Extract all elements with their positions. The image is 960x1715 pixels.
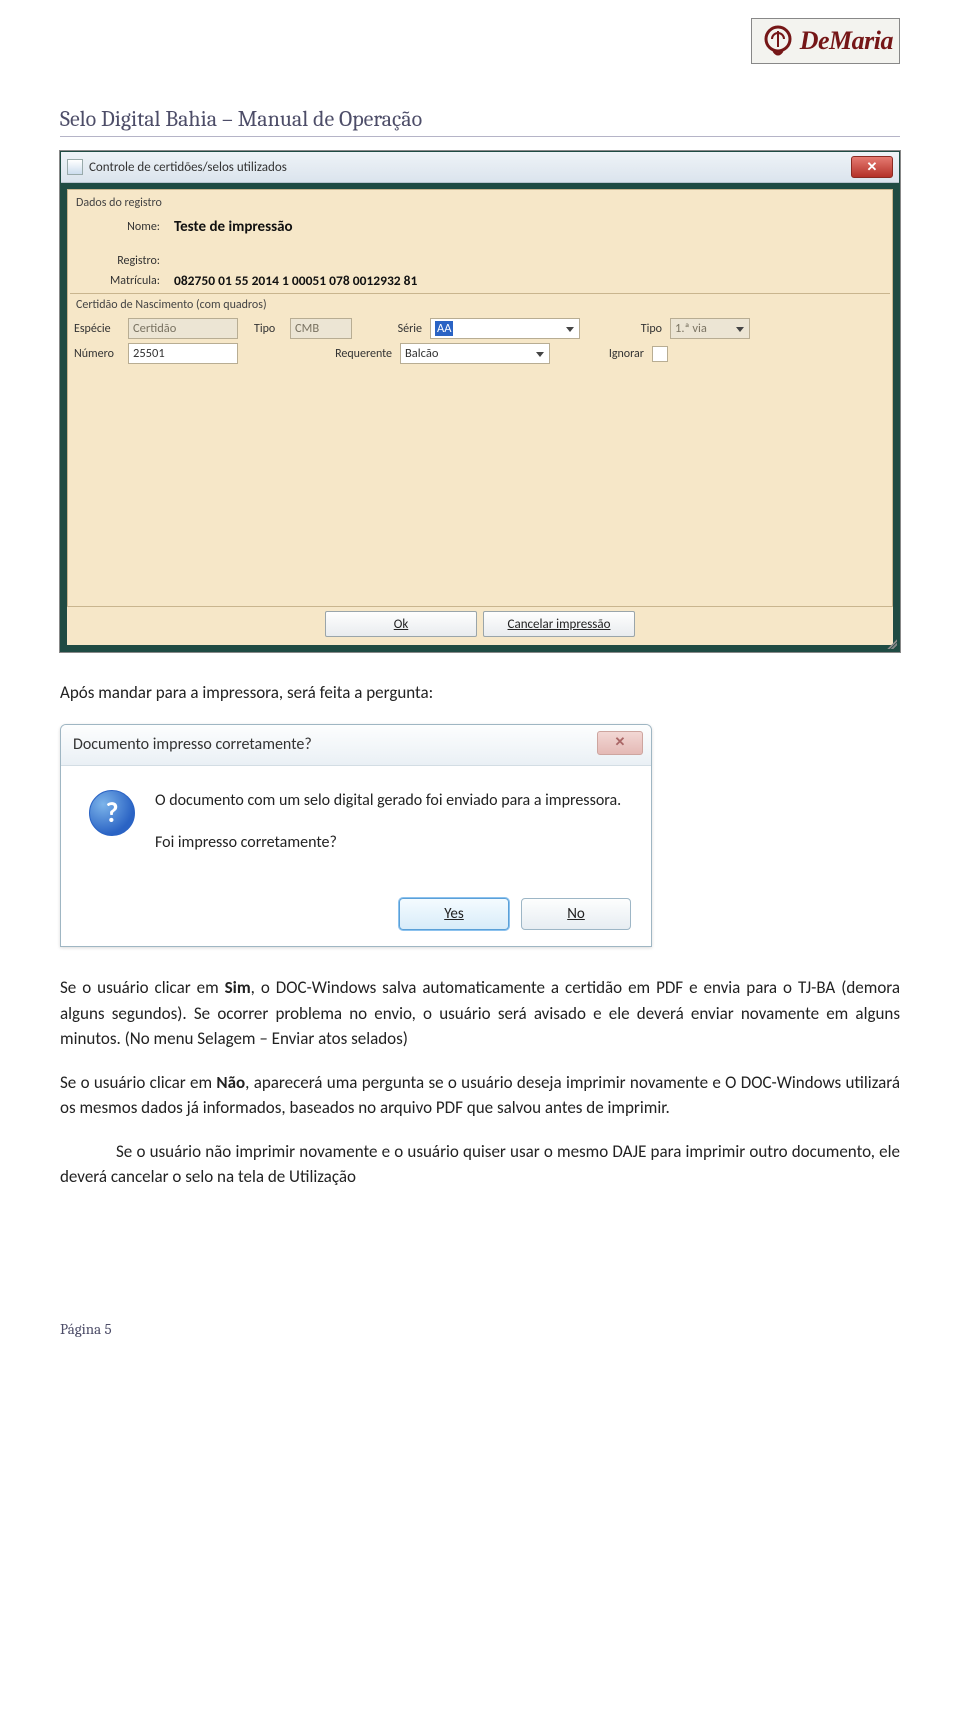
dialog-titlebar: Documento impresso corretamente? ✕ — [61, 725, 651, 766]
matricula-value: 082750 01 55 2014 1 00051 078 0012932 81 — [174, 272, 417, 289]
group-certidao-label: Certidão de Nascimento (com quadros) — [76, 298, 886, 312]
numero-field[interactable]: 25501 — [128, 343, 238, 364]
group-registro-label: Dados do registro — [76, 196, 886, 210]
page-footer: Página 5 — [60, 1320, 900, 1338]
app-icon — [67, 159, 83, 175]
window-body: Dados do registro Nome: Teste de impress… — [67, 189, 893, 607]
brand-logo: DeMaria — [751, 18, 900, 64]
paragraph: Se o usuário não imprimir novamente e o … — [60, 1139, 900, 1190]
registro-label: Registro: — [74, 254, 160, 268]
resize-grip-icon[interactable] — [885, 637, 897, 649]
ignorar-checkbox[interactable] — [652, 346, 668, 362]
especie-label: Espécie — [74, 322, 120, 336]
no-button[interactable]: No — [521, 898, 631, 930]
nome-label: Nome: — [74, 220, 160, 234]
matricula-label: Matrícula: — [74, 274, 160, 288]
especie-field[interactable]: Certidão — [128, 318, 238, 339]
tipo2-dropdown[interactable]: 1.ª via — [670, 318, 750, 339]
window-titlebar: Controle de certidões/selos utilizados ✕ — [61, 152, 899, 183]
paragraph: Se o usuário clicar em Sim, o DOC-Window… — [60, 975, 900, 1052]
tipo1-field[interactable]: CMB — [290, 318, 352, 339]
cancel-button[interactable]: Cancelar impressão — [483, 611, 635, 637]
page-title: Selo Digital Bahia – Manual de Operação — [60, 106, 900, 132]
close-button[interactable]: ✕ — [851, 156, 893, 178]
serie-dropdown[interactable]: AA — [430, 318, 580, 339]
numero-label: Número — [74, 347, 120, 361]
ignorar-label: Ignorar — [602, 347, 644, 361]
yes-button[interactable]: Yes — [399, 898, 509, 930]
app-window: Controle de certidões/selos utilizados ✕… — [60, 151, 900, 652]
paragraph: Após mandar para a impressora, será feit… — [60, 680, 900, 706]
nome-value: Teste de impressão — [174, 218, 293, 236]
window-title: Controle de certidões/selos utilizados — [89, 160, 287, 175]
paragraph: Se o usuário clicar em Não, aparecerá um… — [60, 1070, 900, 1121]
requerente-label: Requerente — [328, 347, 392, 361]
ok-button[interactable]: Ok — [325, 611, 477, 637]
tipo2-label: Tipo — [632, 322, 662, 336]
dialog-message: O documento com um selo digital gerado f… — [155, 790, 621, 875]
requerente-dropdown[interactable]: Balcão — [400, 343, 550, 364]
tipo1-label: Tipo — [254, 322, 282, 336]
question-icon: ? — [89, 790, 135, 836]
confirm-dialog: Documento impresso corretamente? ✕ ? O d… — [60, 724, 652, 948]
dialog-close-button[interactable]: ✕ — [597, 731, 643, 755]
title-divider — [60, 136, 900, 137]
brand-text: DeMaria — [800, 26, 893, 56]
serie-label: Série — [388, 322, 422, 336]
dialog-title: Documento impresso corretamente? — [73, 735, 312, 754]
head-icon — [758, 21, 798, 61]
